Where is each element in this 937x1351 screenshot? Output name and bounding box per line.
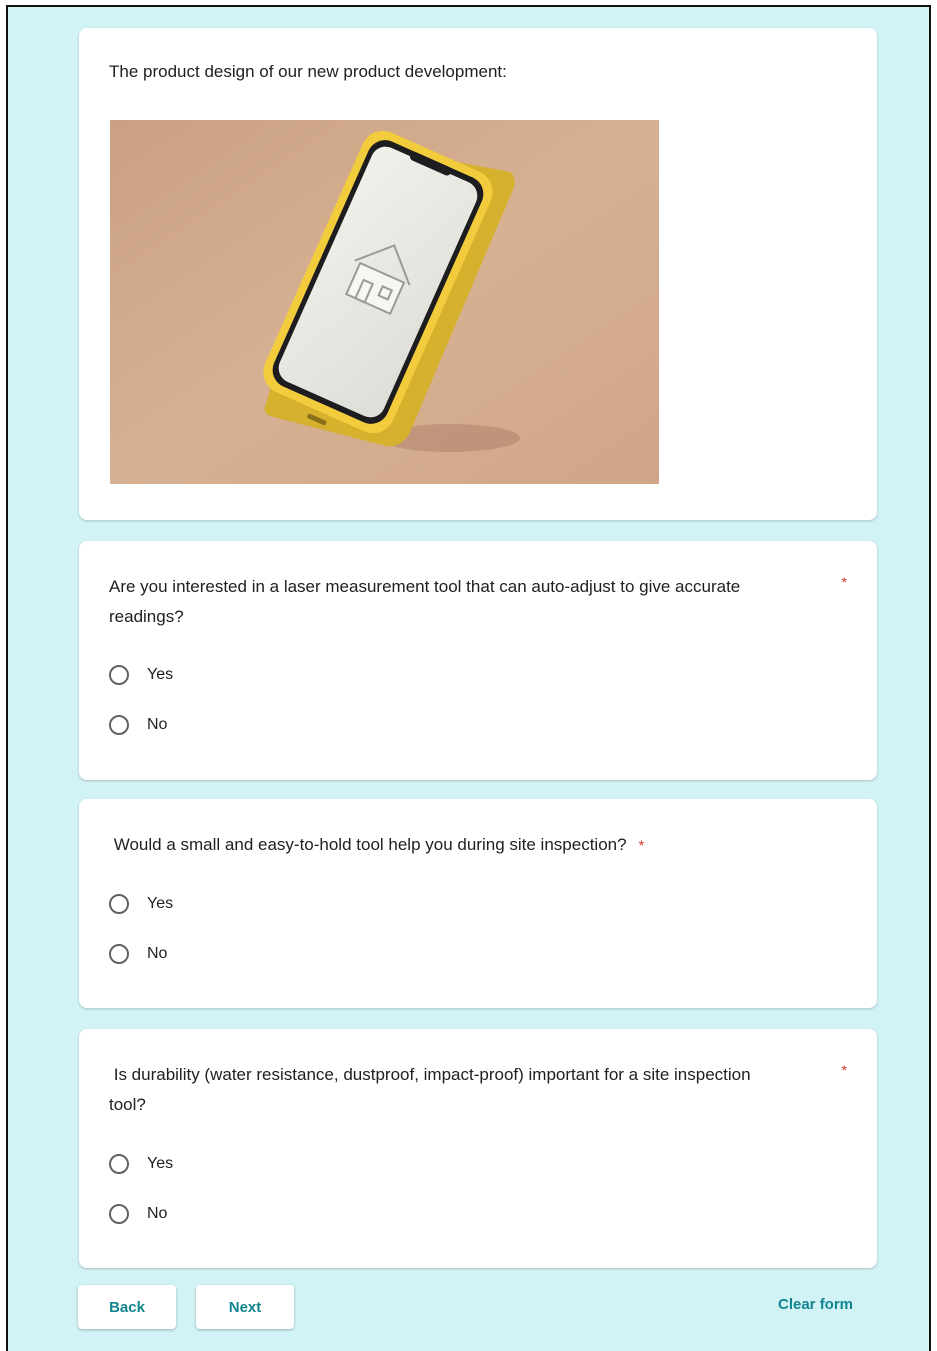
radio-button[interactable] (109, 894, 129, 914)
question-text-2: Would a small and easy-to-hold tool help… (109, 830, 789, 860)
option-label: Yes (147, 1155, 174, 1172)
option-yes[interactable]: Yes (109, 890, 173, 918)
option-no[interactable]: No (109, 1200, 167, 1228)
radio-button[interactable] (109, 1204, 129, 1224)
option-label: Yes (147, 895, 174, 912)
question-text-2-label: Would a small and easy-to-hold tool help… (109, 835, 627, 854)
radio-button[interactable] (109, 1154, 129, 1174)
option-no[interactable]: No (109, 711, 167, 739)
intro-card: The product design of our new product de… (79, 28, 877, 520)
clear-form-link[interactable]: Clear form (778, 1296, 853, 1313)
option-no[interactable]: No (109, 940, 167, 968)
radio-button[interactable] (109, 944, 129, 964)
option-yes[interactable]: Yes (109, 661, 173, 689)
question-text-1: Are you interested in a laser measuremen… (109, 577, 745, 626)
required-indicator: * (841, 1062, 847, 1078)
intro-description: The product design of our new product de… (109, 62, 507, 81)
next-button[interactable]: Next (196, 1285, 294, 1329)
question-text-3: Is durability (water resistance, dustpro… (109, 1065, 756, 1114)
question-card-3: Is durability (water resistance, dustpro… (79, 1029, 877, 1268)
option-label: No (147, 945, 168, 962)
option-label: No (147, 1205, 168, 1222)
option-label: Yes (147, 666, 174, 683)
radio-button[interactable] (109, 665, 129, 685)
radio-button[interactable] (109, 715, 129, 735)
option-label: No (147, 716, 168, 733)
option-yes[interactable]: Yes (109, 1150, 173, 1178)
question-card-2: Would a small and easy-to-hold tool help… (79, 799, 877, 1008)
back-button[interactable]: Back (78, 1285, 176, 1329)
question-card-1: Are you interested in a laser measuremen… (79, 541, 877, 780)
required-indicator: * (638, 837, 645, 853)
product-image (110, 120, 659, 484)
required-indicator: * (841, 574, 847, 590)
